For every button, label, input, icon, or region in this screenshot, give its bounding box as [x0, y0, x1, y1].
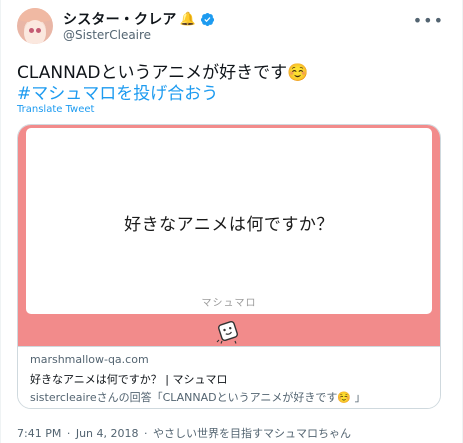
- avatar-eye-left: [29, 28, 34, 33]
- tweet-footer: 7:41 PM · Jun 4, 2018 · やさしい世界を目指すマシュマロち…: [17, 425, 351, 441]
- link-card[interactable]: 好きなアニメは何ですか？ マシュマロ marshmallow-qa.com 好き…: [17, 124, 441, 409]
- author-name-row[interactable]: シスター・クレア 🔔: [63, 10, 215, 28]
- marshmallow-mascot-icon: [216, 320, 239, 344]
- tweet-source[interactable]: やさしい世界を目指すマシュマロちゃん: [153, 427, 351, 440]
- tweet-date[interactable]: Jun 4, 2018: [76, 427, 139, 440]
- author-handle[interactable]: @SisterCleaire: [63, 28, 151, 42]
- card-description: sistercleaireさんの回答「CLANNADというアニメが好きです☺️ …: [30, 391, 366, 404]
- card-question: 好きなアニメは何ですか？: [124, 215, 334, 235]
- tweet-time[interactable]: 7:41 PM: [17, 427, 61, 440]
- translate-tweet-link[interactable]: Translate Tweet: [17, 104, 94, 115]
- card-brand: マシュマロ: [201, 298, 257, 309]
- tweet: シスター・クレア 🔔 @SisterCleaire ••• CLANNADという…: [0, 0, 463, 443]
- avatar-eye-right: [36, 28, 41, 33]
- card-title: 好きなアニメは何ですか？ | マシュマロ: [30, 373, 228, 386]
- verified-icon: [200, 12, 214, 26]
- card-question-panel: 好きなアニメは何ですか？ マシュマロ: [26, 128, 432, 314]
- bell-icon: 🔔: [179, 11, 196, 27]
- card-meta: marshmallow-qa.com 好きなアニメは何ですか？ | マシュマロ …: [18, 346, 440, 408]
- more-icon[interactable]: •••: [413, 11, 444, 30]
- display-name[interactable]: シスター・クレア: [63, 9, 177, 29]
- footer-separator-2: ·: [144, 427, 148, 440]
- card-domain: marshmallow-qa.com: [30, 353, 149, 366]
- hashtag-link[interactable]: #マシュマロを投げ合おう: [17, 79, 218, 104]
- footer-separator: ·: [66, 427, 71, 440]
- card-image: 好きなアニメは何ですか？ マシュマロ: [18, 125, 440, 346]
- avatar[interactable]: [17, 8, 53, 44]
